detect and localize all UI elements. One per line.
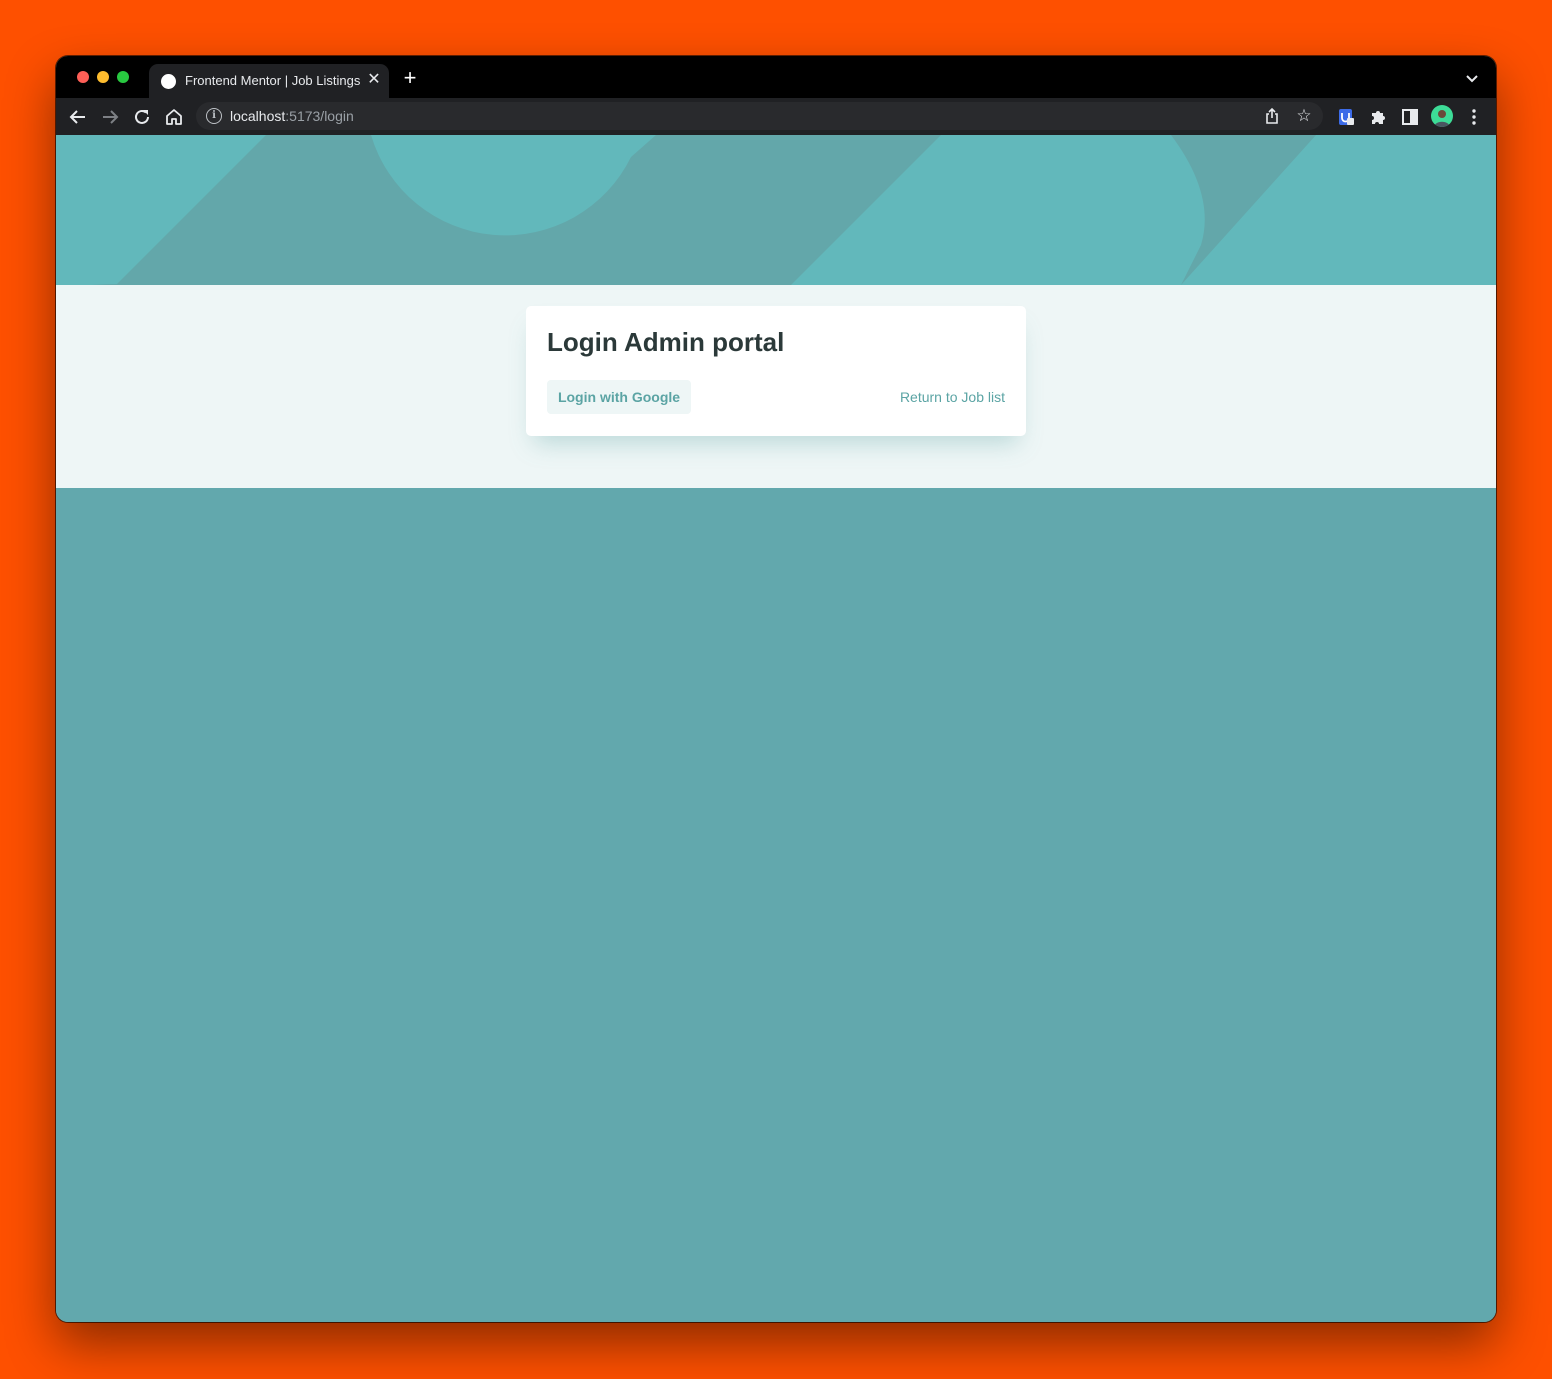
- browser-window: Frontend Mentor | Job Listings ✕ + i loc…: [56, 56, 1496, 1322]
- browser-toolbar: i localhost:5173/login ☆: [56, 98, 1496, 135]
- reload-icon[interactable]: [131, 106, 153, 128]
- login-card: Login Admin portal Login with Google Ret…: [526, 306, 1026, 436]
- return-to-job-list-link[interactable]: Return to Job list: [900, 389, 1005, 405]
- maximize-window-button[interactable]: [117, 71, 129, 83]
- back-icon[interactable]: [67, 106, 89, 128]
- address-bar[interactable]: i localhost:5173/login ☆: [196, 102, 1323, 130]
- sidepanel-icon[interactable]: [1399, 106, 1421, 128]
- tab-close-icon[interactable]: ✕: [365, 71, 383, 89]
- page-title: Login Admin portal: [547, 327, 785, 357]
- star-icon[interactable]: ☆: [1294, 106, 1314, 126]
- login-section: Login Admin portal Login with Google Ret…: [56, 285, 1496, 488]
- favicon-icon: [161, 74, 176, 89]
- login-google-button[interactable]: Login with Google: [547, 380, 691, 414]
- home-icon[interactable]: [163, 106, 185, 128]
- tab-search-icon[interactable]: [1464, 70, 1480, 86]
- info-icon[interactable]: i: [206, 108, 222, 124]
- minimize-window-button[interactable]: [97, 71, 109, 83]
- puzzle-icon[interactable]: [1367, 106, 1389, 128]
- tab-bar: Frontend Mentor | Job Listings ✕ +: [56, 56, 1496, 98]
- forward-icon[interactable]: [99, 106, 121, 128]
- avatar[interactable]: [1431, 105, 1453, 127]
- new-tab-button[interactable]: +: [400, 67, 420, 89]
- page-content: Login Admin portal Login with Google Ret…: [56, 135, 1496, 1322]
- menu-icon[interactable]: [1463, 106, 1485, 128]
- close-window-button[interactable]: [77, 71, 89, 83]
- tab-title: Frontend Mentor | Job Listings: [185, 73, 361, 88]
- extension-icon[interactable]: [1335, 106, 1357, 128]
- url-text: localhost:5173/login: [230, 108, 354, 124]
- header-background: [56, 135, 1496, 285]
- browser-tab[interactable]: Frontend Mentor | Job Listings ✕: [149, 64, 389, 98]
- share-icon[interactable]: [1263, 107, 1281, 125]
